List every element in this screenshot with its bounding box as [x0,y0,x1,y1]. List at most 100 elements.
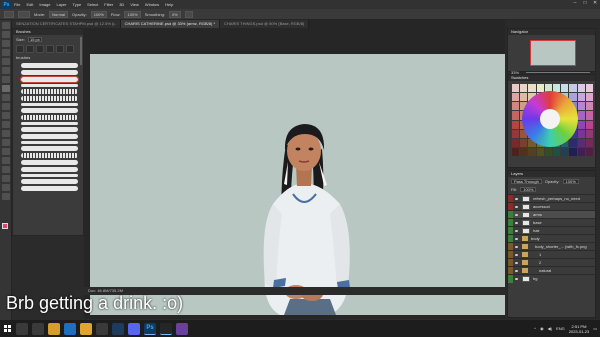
menu-select[interactable]: Select [87,2,98,7]
eraser-tool-icon[interactable] [2,112,10,119]
color-swatch[interactable] [585,138,593,147]
menu-filter[interactable]: Filter [104,2,113,7]
brush-stroke-preview[interactable] [21,146,78,151]
pen-tool-icon[interactable] [2,148,10,155]
gradient-tool-icon[interactable] [2,121,10,128]
color-swatch[interactable] [520,84,528,93]
brush-tip[interactable] [26,45,34,53]
chrome-icon[interactable] [80,322,92,335]
brush-stroke-preview-selected[interactable] [20,76,79,83]
color-swatch[interactable] [528,147,536,156]
foreground-color-swatch[interactable] [2,223,8,229]
layer-row[interactable]: bg [508,274,595,283]
crop-tool-icon[interactable] [2,58,10,65]
brush-preset-picker[interactable] [18,10,30,18]
brush-stroke-preview[interactable] [21,179,78,184]
brush-tip[interactable] [56,45,64,53]
brush-stroke-preview[interactable] [21,167,78,172]
color-swatch[interactable] [585,111,593,120]
layer-group-row[interactable]: body_shorter_... (with_fx.png [508,242,595,251]
color-swatch[interactable] [585,93,593,102]
dodge-tool-icon[interactable] [2,139,10,146]
layer-row[interactable]: base [508,218,595,227]
menu-help[interactable]: Help [165,2,173,7]
network-icon[interactable]: ◉ [540,326,544,331]
notification-icon[interactable]: ▭ [593,326,597,331]
layer-opacity-field[interactable]: 100% [562,179,579,184]
color-swatch[interactable] [520,138,528,147]
color-swatch[interactable] [585,129,593,138]
store-icon[interactable] [96,322,108,335]
brush-tip[interactable] [46,45,54,53]
layer-group-row[interactable]: 1 [508,250,595,259]
layer-fill-field[interactable]: 100% [520,187,537,192]
color-swatch[interactable] [577,120,585,129]
language-indicator[interactable]: ENG [556,326,565,331]
chevron-up-icon[interactable]: ^ [534,326,536,331]
lasso-tool-icon[interactable] [2,40,10,47]
color-swatch[interactable] [512,84,520,93]
brush-stroke-preview[interactable] [21,70,78,75]
color-swatch[interactable] [561,147,569,156]
gear-icon[interactable] [184,10,193,18]
layer-row[interactable]: hair [508,226,595,235]
maximize-icon[interactable]: □ [583,1,587,6]
brush-stroke-preview[interactable] [21,141,78,144]
document-canvas[interactable] [90,54,505,315]
menu-window[interactable]: Window [145,2,159,7]
steam-icon[interactable] [112,322,124,335]
color-swatch[interactable] [577,129,585,138]
layer-row-selected[interactable]: arms [508,210,595,219]
color-swatch[interactable] [512,93,520,102]
marquee-tool-icon[interactable] [2,31,10,38]
brush-tip[interactable] [36,45,44,53]
color-swatch[interactable] [577,93,585,102]
color-swatch[interactable] [585,102,593,111]
clock[interactable]: 2:51 PM 2023-01-23 [569,324,589,334]
path-select-tool-icon[interactable] [2,166,10,173]
color-swatch[interactable] [520,147,528,156]
brush-stroke-preview[interactable] [21,63,78,68]
brush-stroke-preview[interactable] [21,186,78,191]
menu-image[interactable]: Image [39,2,50,7]
zoom-tool-icon[interactable] [2,193,10,200]
menu-edit[interactable]: Edit [26,2,33,7]
tab-document-3[interactable]: CHARIS THINGS.psd @ 50% (Base, RGB/8) [220,20,310,28]
color-swatch[interactable] [561,84,569,93]
menu-3d[interactable]: 3D [119,2,124,7]
color-swatch[interactable] [569,147,577,156]
brush-stroke-preview[interactable] [21,174,78,177]
task-view-icon[interactable] [32,322,44,335]
discord-icon[interactable] [128,322,140,335]
color-swatch[interactable] [585,84,593,93]
layer-group-row[interactable]: 2 [508,258,595,267]
brush-stroke-preview[interactable] [21,96,78,101]
mode-dropdown[interactable]: Normal [49,10,69,18]
move-tool-icon[interactable] [2,22,10,29]
minimize-icon[interactable]: – [573,1,577,6]
history-brush-tool-icon[interactable] [2,103,10,110]
color-swatch[interactable] [577,102,585,111]
color-swatch[interactable] [528,84,536,93]
brush-stroke-preview[interactable] [21,134,78,139]
brush-size-field[interactable]: 15 px [27,37,42,42]
menu-layer[interactable]: Layer [56,2,66,7]
color-swatch[interactable] [512,147,520,156]
color-swatch[interactable] [512,129,520,138]
brush-stroke-preview[interactable] [21,108,78,113]
file-explorer-icon[interactable] [48,322,60,335]
search-icon[interactable] [16,322,28,335]
flow-field[interactable]: 100% [124,10,141,18]
brush-tool-preset-icon[interactable] [4,10,14,18]
brush-stroke-preview[interactable] [21,122,78,125]
brush-stroke-preview[interactable] [21,160,78,165]
navigator-thumbnail[interactable] [530,40,576,66]
volume-icon[interactable]: ◀) [548,326,552,331]
brush-stroke-preview[interactable] [21,127,78,132]
color-swatch[interactable] [577,138,585,147]
smoothing-field[interactable]: 0% [168,10,181,18]
color-swatch[interactable] [512,138,520,147]
color-swatch[interactable] [569,84,577,93]
brush-stroke-preview[interactable] [21,89,78,94]
menu-type[interactable]: Type [73,2,82,7]
